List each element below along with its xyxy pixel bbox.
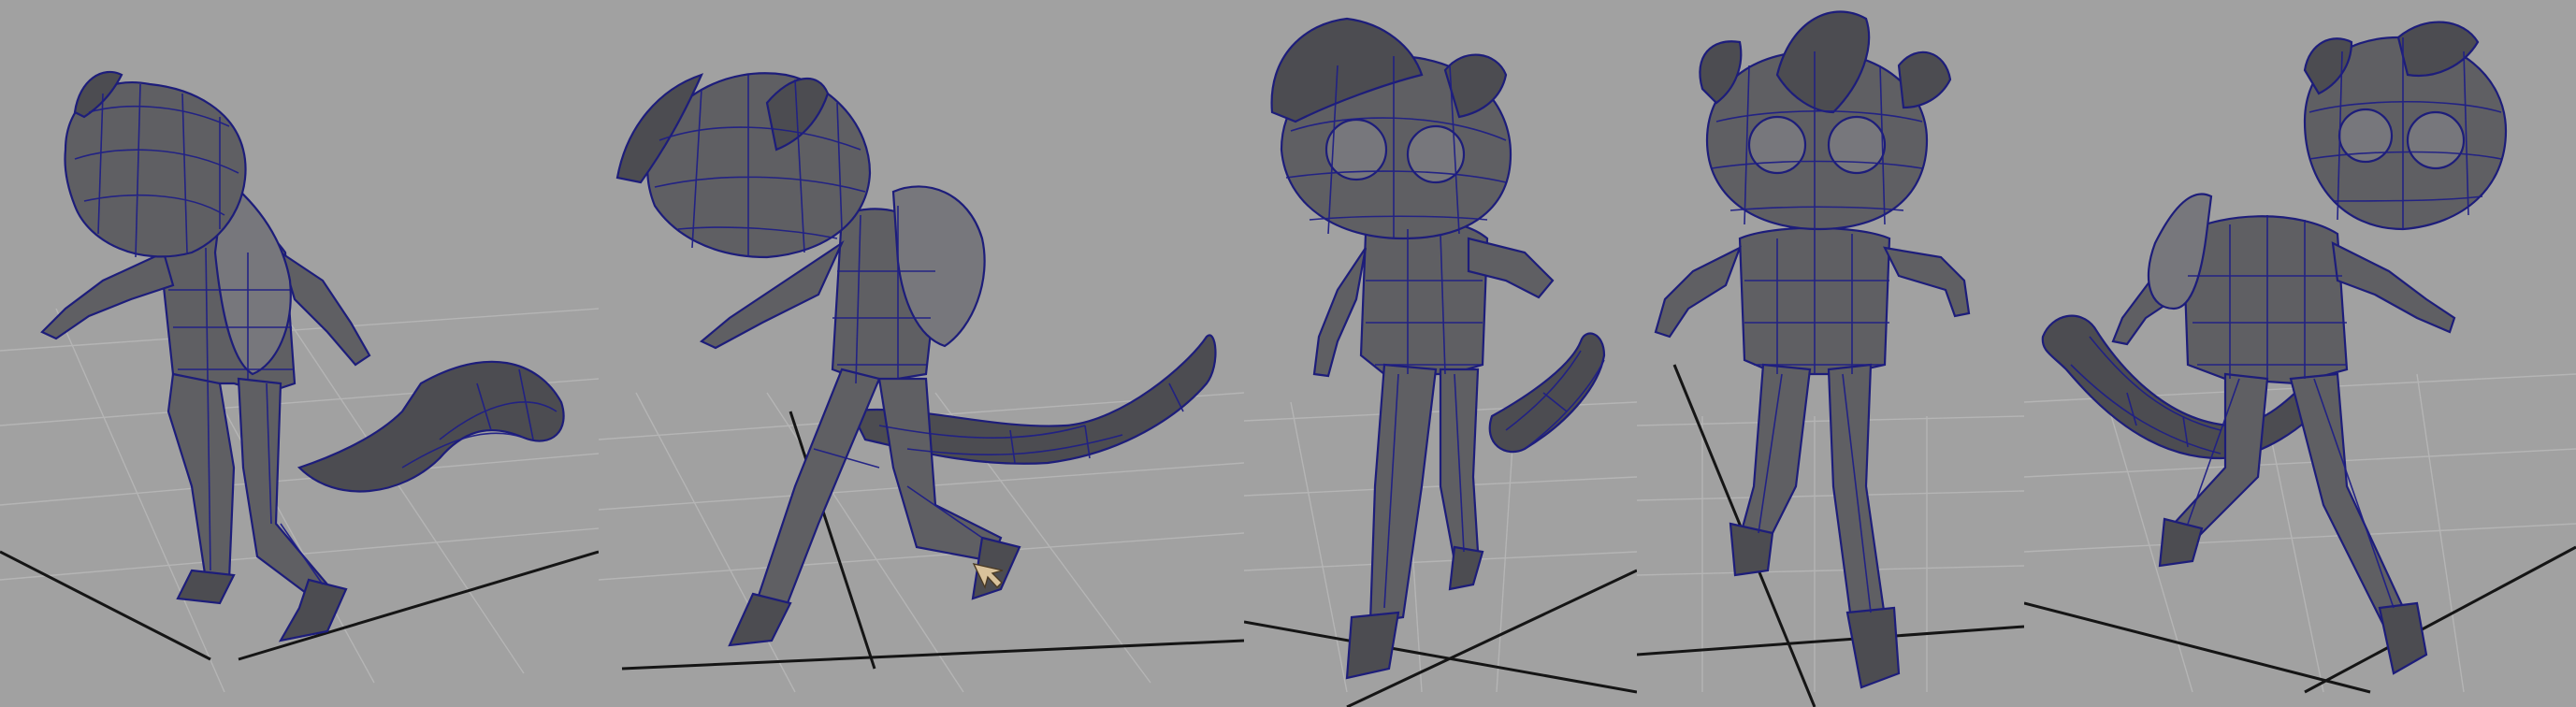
viewport-3[interactable] — [1244, 0, 1637, 707]
viewport-1-canvas[interactable] — [0, 0, 599, 707]
viewport-1[interactable] — [0, 0, 599, 707]
viewport-2[interactable] — [599, 0, 1244, 707]
viewport-2-canvas[interactable] — [599, 0, 1244, 707]
character-model[interactable] — [40, 70, 565, 642]
viewport-4[interactable] — [1637, 0, 2024, 707]
character-model[interactable] — [1270, 17, 1606, 680]
viewport-3-canvas[interactable] — [1244, 0, 1637, 707]
viewport-5[interactable] — [2024, 0, 2576, 707]
viewport-5-canvas[interactable] — [2024, 0, 2576, 707]
character-model[interactable] — [615, 72, 1217, 647]
viewport-strip — [0, 0, 2576, 707]
viewport-4-canvas[interactable] — [1637, 0, 2024, 707]
character-model[interactable] — [2041, 21, 2508, 675]
